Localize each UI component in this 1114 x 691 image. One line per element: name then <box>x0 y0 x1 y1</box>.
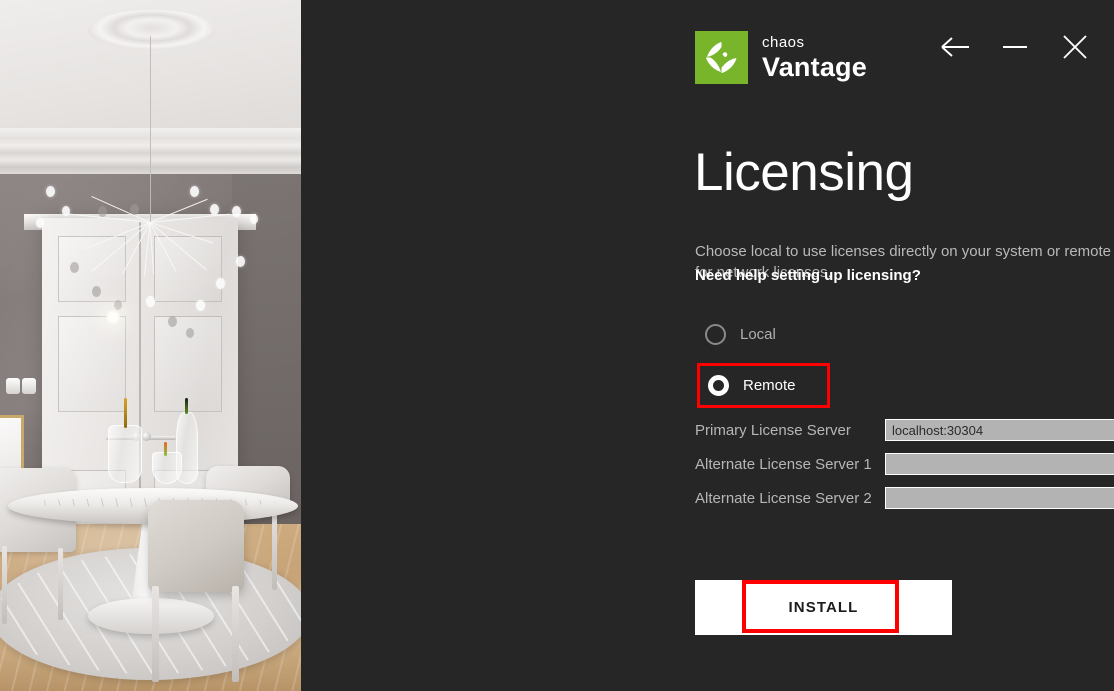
glass-cone <box>152 452 182 484</box>
page-title: Licensing <box>694 143 914 202</box>
minimize-button[interactable] <box>998 30 1032 64</box>
install-button[interactable]: INSTALL <box>695 580 952 635</box>
chair-foreground <box>148 500 244 592</box>
chandelier-bulb <box>106 310 120 324</box>
chandelier-leaf <box>216 278 225 289</box>
chandelier-leaf <box>114 300 122 310</box>
close-icon <box>1063 35 1087 59</box>
green-candle <box>164 442 167 456</box>
radio-circle-icon <box>705 324 726 345</box>
chair-leg <box>2 546 7 624</box>
hero-image <box>0 0 301 691</box>
field-label: Alternate License Server 1 <box>695 455 872 473</box>
chandelier-leaf <box>62 206 70 216</box>
radio-circle-selected-icon <box>708 375 729 396</box>
window-controls <box>938 30 1092 64</box>
chandelier-leaf <box>46 186 55 197</box>
chandelier-leaf <box>210 204 219 215</box>
alternate-license-server-2-input[interactable] <box>885 487 1114 509</box>
chair-leg <box>152 586 159 682</box>
help-link[interactable]: Need help setting up licensing? <box>695 265 921 286</box>
close-button[interactable] <box>1058 30 1092 64</box>
brand-text: chaos Vantage <box>762 35 867 81</box>
chandelier-leaf <box>98 206 107 217</box>
chandelier-leaf <box>250 214 258 224</box>
brand-company: chaos <box>762 33 805 51</box>
door-panel <box>58 316 126 412</box>
chair-leg <box>58 548 63 620</box>
field-primary-license-server: Primary License Server <box>695 419 1114 441</box>
chandelier-leaf <box>130 204 139 215</box>
radio-option-local[interactable]: Local <box>697 315 786 354</box>
door-panel <box>154 236 222 302</box>
gold-candle <box>124 398 127 428</box>
radio-label-local: Local <box>740 326 776 343</box>
chandelier-leaf <box>92 286 101 297</box>
field-alternate-license-server-2: Alternate License Server 2 <box>695 487 1114 509</box>
chandelier-leaf <box>168 316 177 327</box>
chandelier-leaf <box>190 186 199 197</box>
chaos-logo-icon <box>695 31 748 84</box>
brand-lockup: chaos Vantage <box>695 31 867 84</box>
field-alternate-license-server-1: Alternate License Server 1 <box>695 453 1114 475</box>
installer-window: chaos Vantage Licensing Choose local to … <box>0 0 1114 691</box>
field-label: Alternate License Server 2 <box>695 489 872 507</box>
chandelier-leaf <box>70 262 79 273</box>
table-base <box>88 598 214 634</box>
chaos-pinwheel-icon <box>705 41 737 74</box>
chandelier-leaf <box>146 296 155 307</box>
ceiling-rose <box>88 10 216 50</box>
chandelier-cord <box>150 36 151 222</box>
arrow-left-icon <box>941 37 969 57</box>
radio-label-remote: Remote <box>743 377 796 394</box>
brand-product: Vantage <box>762 51 867 82</box>
chandelier-leaf <box>196 300 205 311</box>
glass-vase <box>108 425 142 483</box>
door-knob <box>142 432 151 441</box>
back-button[interactable] <box>938 30 972 64</box>
field-label: Primary License Server <box>695 421 851 439</box>
chandelier-leaf <box>236 256 245 267</box>
radio-option-remote[interactable]: Remote <box>697 363 830 408</box>
chandelier-leaf <box>186 328 194 338</box>
minimize-icon <box>1003 46 1027 48</box>
installer-panel: chaos Vantage Licensing Choose local to … <box>301 0 1114 691</box>
primary-license-server-input[interactable] <box>885 419 1114 441</box>
chair-leg <box>232 586 239 682</box>
install-button-label: INSTALL <box>788 599 859 616</box>
alternate-license-server-1-input[interactable] <box>885 453 1114 475</box>
chandelier-leaf <box>232 206 241 217</box>
chandelier-leaf <box>36 218 44 228</box>
dark-candle <box>185 398 188 414</box>
wall-sconce <box>6 378 20 394</box>
wall-sconce <box>22 378 36 394</box>
